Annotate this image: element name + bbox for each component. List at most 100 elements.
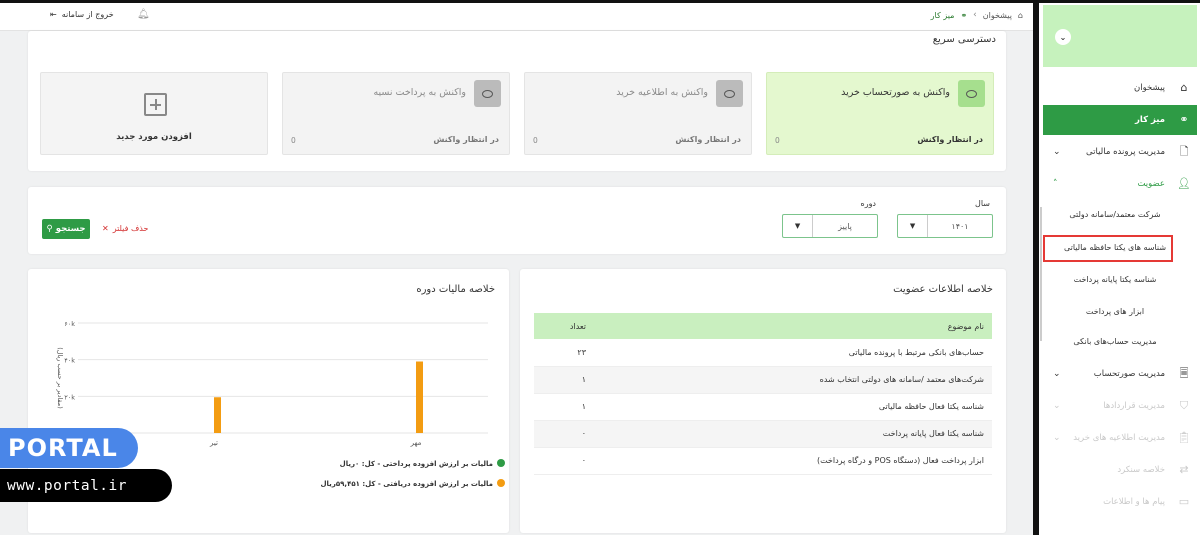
portal-url: www.portal.ir [0,469,172,502]
period-value: پاییز [838,221,852,231]
legend-label: مالیات بر ارزش افزوده دریافتی - کل: ۵۹,۴… [320,480,493,488]
sidebar-item-label: مدیریت قراردادها [1103,401,1165,411]
file-icon: 🗋︎ [1179,145,1189,158]
chevron-up-icon: ˄ [1053,179,1058,189]
row-name: شرکت‌های معتمد /سامانه های دولتی انتخاب … [594,366,992,394]
bar [416,361,423,433]
chevron-down-icon: ⌄ [1053,147,1061,157]
add-new-label: افزودن مورد جدید [116,132,192,142]
membership-table: نام موضوع تعداد حساب‌های بانکی مرتبط با … [534,313,992,475]
sidebar-header: ⌄ [1043,5,1197,67]
quick-card-credit-reaction[interactable]: واکنش به پرداخت نسیه در انتظار واکنش 0 [282,72,510,155]
table-header-row: نام موضوع تعداد [534,313,992,339]
quick-card-status: در انتظار واکنش [917,135,983,144]
caret-down-icon[interactable]: ▼ [898,215,928,237]
logout-icon: ⇤ [50,10,57,19]
tax-summary-title: خلاصه مالیات دوره [416,284,495,295]
quick-card-title: واکنش به پرداخت نسیه [373,87,466,98]
quick-access-panel: دسترسی سریع واکنش به صورتحساب خرید در ان… [28,31,1006,171]
submenu-tax-memory-ids[interactable]: شناسه های یکتا حافظه مالیاتی [1050,243,1180,252]
legend-marker [497,479,505,487]
year-value: ۱۴۰۱ [951,221,969,231]
row-count: ۰ [534,447,594,475]
bell-icon[interactable]: 🔔︎ [137,9,150,20]
portal-logo: PORTAL [0,428,138,468]
table-row: شرکت‌های معتمد /سامانه های دولتی انتخاب … [534,366,992,394]
legend-marker [497,459,505,467]
period-select[interactable]: پاییز ▼ [782,214,878,238]
membership-summary-panel: خلاصه اطلاعات عضویت نام موضوع تعداد حساب… [520,269,1006,533]
sidebar-item-label: مدیریت پرونده مالیاتی [1086,147,1165,157]
quick-card-title: واکنش به صورتحساب خرید [841,87,950,98]
quick-card-status: در انتظار واکنش [675,135,741,144]
clear-filter-label: حذف فیلتر [112,224,149,233]
top-bar: ⌂ پیشخوان › ⚭ میز کار 🔔︎ ⇤ خروج از سامان… [0,3,1033,31]
sidebar-item-contracts[interactable]: ⛉ مدیریت قراردادها ⌄ [1043,393,1197,419]
sidebar-item-messages[interactable]: ▭ پیام ها و اطلاعات [1043,489,1197,515]
search-label: جستجو [55,224,86,234]
filter-panel: سال ۱۴۰۱ ▼ دوره پاییز ▼ حذف فیلتر ✕ جستج… [28,187,1006,254]
submenu-payment-terminal-id[interactable]: شناسه یکتا پایانه پرداخت [1050,275,1180,284]
sidebar-item-invoices[interactable]: 🗏︎ مدیریت صورتحساب ⌄ [1043,361,1197,387]
sidebar-item-sync-summary[interactable]: ⇄ خلاصه سنکرد [1043,457,1197,483]
quick-access-title: دسترسی سریع [932,34,996,45]
chevron-down-icon: ⌄ [1053,401,1061,411]
y-tick-label: ۶۰k [64,320,75,328]
sidebar: ⌄ ⌂ پیشخوان ⚭ میز کار 🗋︎ مدیریت پرونده م… [1039,3,1200,535]
sidebar-item-label: میز کار [1134,115,1165,125]
coins-icon [474,80,501,107]
clear-filter-button[interactable]: حذف فیلتر ✕ [102,224,148,233]
y-axis-label: (مقادیر بر حسب ریال) [56,347,64,409]
workspace-icon: ⚭ [1179,113,1189,126]
quick-card-notice-reaction[interactable]: واکنش به اطلاعیه خرید در انتظار واکنش 0 [524,72,752,155]
main-content: ⌂ پیشخوان › ⚭ میز کار 🔔︎ ⇤ خروج از سامان… [0,3,1033,535]
search-icon: ⚲ [46,224,53,234]
row-name: حساب‌های بانکی مرتبط با پرونده مالیاتی [594,339,992,367]
add-new-item-card[interactable]: افزودن مورد جدید [40,72,268,155]
search-button[interactable]: جستجو ⚲ [42,219,90,239]
contract-icon: ⛉ [1179,399,1189,412]
submenu-payment-tools[interactable]: ابزار های پرداخت [1050,307,1180,316]
table-row: حساب‌های بانکی مرتبط با پرونده مالیاتی ۲… [534,339,992,367]
table-row: ابزار پرداخت فعال (دستگاه POS و درگاه پر… [534,447,992,475]
table-row: شناسه یکتا فعال حافظه مالیاتی ۱ [534,393,992,421]
caret-down-icon[interactable]: ▼ [783,215,813,237]
column-header-count: تعداد [534,313,594,339]
sidebar-item-label: عضویت [1137,179,1165,189]
chevron-left-icon: › [973,10,977,20]
legend-label: مالیات بر ارزش افزوده پرداختی - کل: ۰ریا… [340,460,493,468]
row-name: شناسه یکتا فعال حافظه مالیاتی [594,393,992,421]
sidebar-item-tax-file[interactable]: 🗋︎ مدیریت پرونده مالیاتی ⌄ [1043,139,1197,165]
submenu-bank-accounts[interactable]: مدیریت حساب‌های بانکی [1050,337,1180,346]
quick-card-title: واکنش به اطلاعیه خرید [616,87,708,98]
chevron-down-icon[interactable]: ⌄ [1055,29,1071,45]
breadcrumb-home[interactable]: پیشخوان [983,11,1012,20]
submenu-trusted-company[interactable]: شرکت معتمد/سامانه دولتی [1050,210,1180,219]
row-count: ۰ [534,420,594,448]
quick-card-count: 0 [291,136,296,145]
quick-card-invoice-reaction[interactable]: واکنش به صورتحساب خرید در انتظار واکنش 0 [766,72,994,155]
sidebar-item-dashboard[interactable]: ⌂ پیشخوان [1043,75,1197,101]
sidebar-item-label: پیشخوان [1134,83,1165,93]
logout-label: خروج از سامانه [61,10,114,19]
sidebar-item-membership[interactable]: 👤︎ عضویت ˄ [1043,171,1197,197]
sync-icon: ⇄ [1179,463,1189,476]
sidebar-item-workspace[interactable]: ⚭ میز کار [1043,105,1197,135]
table-row: شناسه یکتا فعال پایانه پرداخت ۰ [534,420,992,448]
chevron-down-icon: ⌄ [1053,433,1061,443]
row-name: شناسه یکتا فعال پایانه پرداخت [594,420,992,448]
user-icon: 👤︎ [1177,177,1191,190]
workspace-icon: ⚭ [960,10,968,20]
breadcrumb: ⌂ پیشخوان › ⚭ میز کار [931,10,1023,20]
column-header-name: نام موضوع [594,313,992,339]
logout-button[interactable]: ⇤ خروج از سامانه [50,10,114,19]
year-select[interactable]: ۱۴۰۱ ▼ [897,214,993,238]
quick-card-count: 0 [533,136,538,145]
quick-card-count: 0 [775,136,780,145]
sidebar-item-purchase-notices[interactable]: 📋︎ مدیریت اطلاعیه های خرید ⌄ [1043,425,1197,451]
sidebar-scrollbar[interactable] [1040,207,1042,341]
home-icon[interactable]: ⌂ [1018,11,1023,20]
row-count: ۱ [534,393,594,421]
close-icon: ✕ [102,224,109,233]
period-label: دوره [860,199,876,208]
